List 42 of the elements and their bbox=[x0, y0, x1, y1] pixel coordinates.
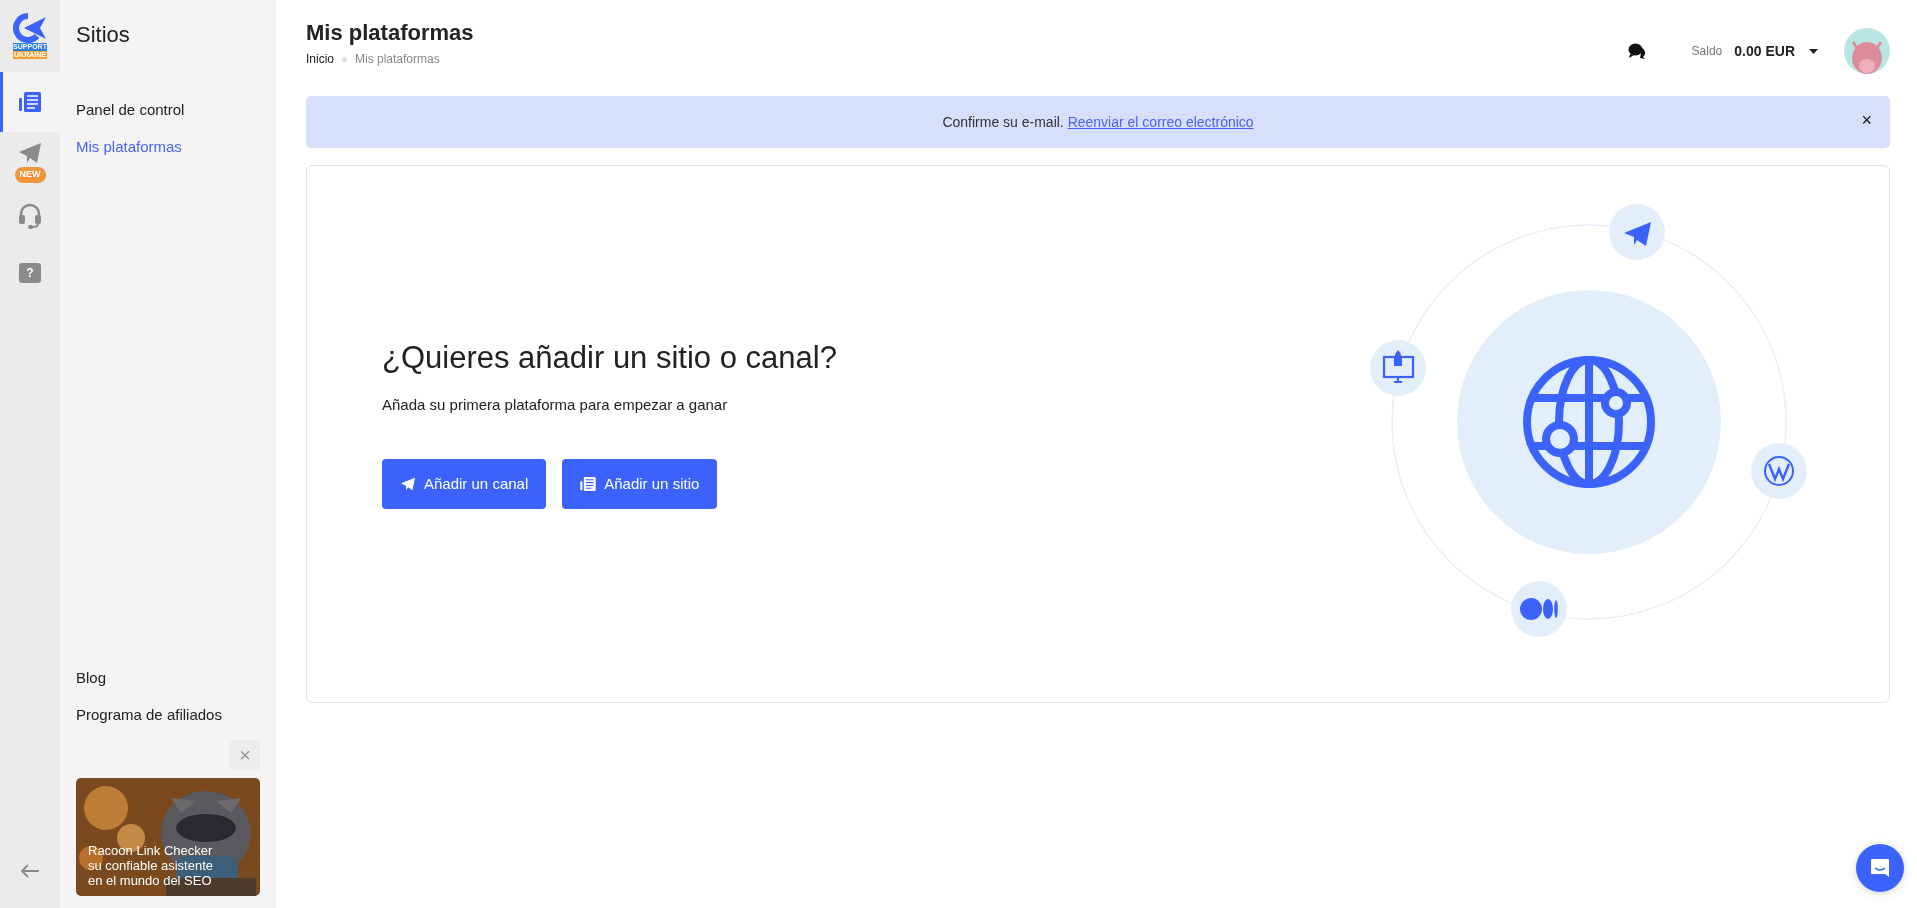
help-bubble-icon: ? bbox=[19, 262, 41, 283]
avatar[interactable] bbox=[1844, 28, 1890, 74]
nav-rail-button[interactable] bbox=[0, 72, 60, 132]
sidebar-link[interactable]: Mis plataformas bbox=[76, 135, 260, 158]
document-list-icon bbox=[19, 92, 41, 112]
breadcrumb-item[interactable]: Inicio bbox=[306, 50, 334, 69]
resend-email-link[interactable]: Reenviar el correo electrónico bbox=[1067, 113, 1254, 130]
logo-icon bbox=[13, 13, 47, 43]
monitor-rocket-icon bbox=[1370, 339, 1426, 396]
chat-icon[interactable] bbox=[1627, 43, 1646, 59]
chat-launcher-button[interactable] bbox=[1856, 844, 1904, 892]
sidebar-link[interactable]: Panel de control bbox=[76, 99, 260, 122]
breadcrumb-item: Mis plataformas bbox=[355, 51, 440, 69]
headset-icon bbox=[18, 202, 42, 229]
paper-plane-icon bbox=[1609, 203, 1665, 260]
new-badge: NEW bbox=[14, 167, 46, 183]
globe-icon bbox=[1523, 355, 1655, 488]
caret-icon bbox=[1809, 48, 1818, 54]
empty-state-text: Añada su primera plataforma para empezar a ganar bbox=[382, 395, 729, 416]
promo-text: su confiable asistente bbox=[88, 858, 214, 873]
close-button[interactable]: × bbox=[230, 740, 260, 770]
sidebar-link[interactable]: Programa de afiliados bbox=[76, 703, 260, 726]
sidebar-link[interactable]: Blog bbox=[76, 667, 260, 690]
balance-dropdown[interactable]: 0.00 EUR bbox=[1722, 40, 1818, 62]
wordpress-icon bbox=[1751, 442, 1807, 499]
medium-icon bbox=[1511, 580, 1567, 637]
add-button[interactable]: Añadir un canal bbox=[382, 458, 547, 509]
alert-message: Confirme su e-mail. Reenviar el correo electrónico bbox=[942, 112, 1254, 132]
add-button[interactable]: Añadir un sitio bbox=[562, 458, 718, 509]
promo-text: Racoon Link Checker bbox=[88, 843, 214, 858]
balance-label: Saldo bbox=[1691, 43, 1723, 60]
chat-bubble-icon bbox=[1869, 857, 1891, 879]
empty-state-heading: ¿Quieres añadir un sitio o canal? bbox=[382, 339, 837, 377]
close-button[interactable]: × bbox=[1857, 110, 1876, 130]
page-title: Mis plataformas bbox=[306, 20, 474, 47]
paper-plane-icon bbox=[400, 476, 416, 491]
paper-plane-icon bbox=[18, 142, 42, 164]
document-list-icon bbox=[580, 476, 597, 491]
back-arrow-icon bbox=[20, 863, 40, 878]
sidebar-title: Sitios bbox=[76, 21, 131, 49]
promo-text: en el mundo del SEO bbox=[88, 873, 213, 888]
nav-rail-button[interactable]: ? bbox=[0, 238, 60, 293]
